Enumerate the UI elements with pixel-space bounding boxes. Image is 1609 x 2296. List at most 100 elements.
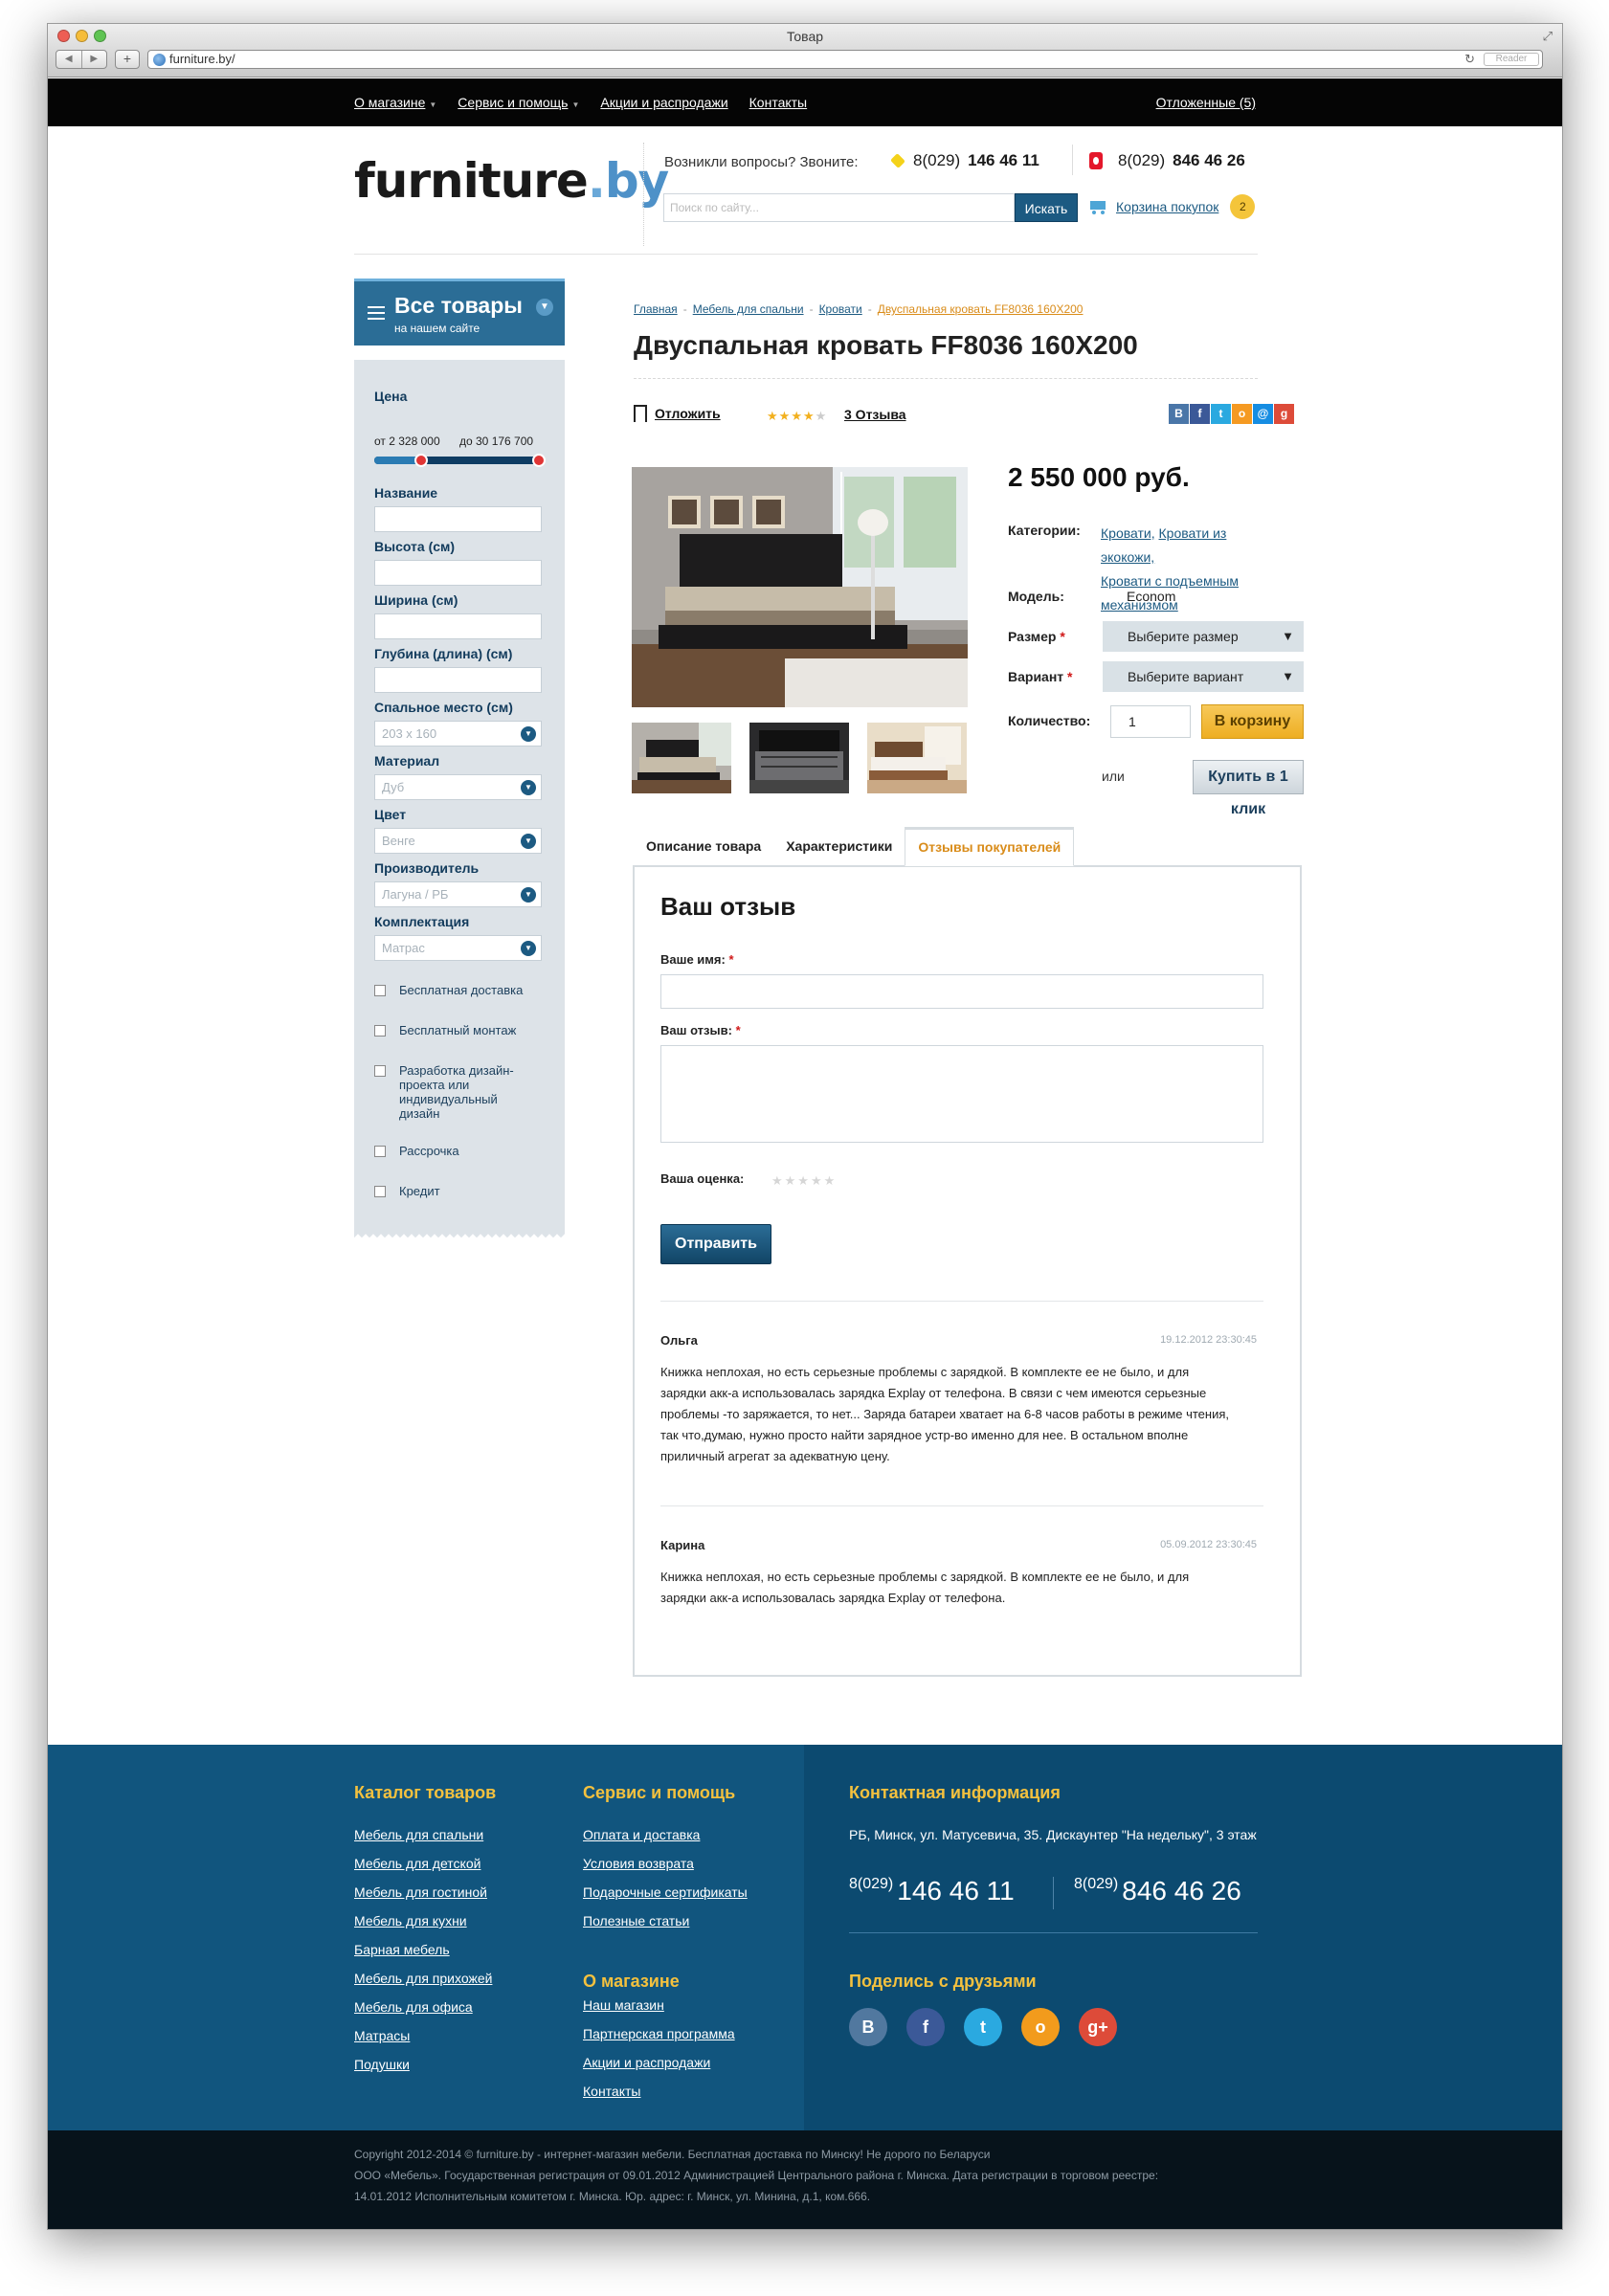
footer-phone-2: 8(029) 846 46 26	[1074, 1876, 1241, 1906]
product-main-image[interactable]	[632, 467, 968, 707]
search-input[interactable]: Поиск по сайту...	[663, 193, 1015, 222]
topnav-service[interactable]: Сервис и помощь ▼	[458, 95, 579, 110]
buy-one-click-button[interactable]: Купить в 1 клик	[1193, 760, 1304, 817]
postpone-link[interactable]: Отложить	[655, 406, 721, 421]
color-filter-select[interactable]: Венге ▼	[374, 828, 542, 854]
checkbox-box[interactable]	[374, 985, 386, 996]
facebook-icon[interactable]: f	[906, 2008, 945, 2046]
checkbox-box[interactable]	[374, 1065, 386, 1077]
tab-reviews[interactable]: Отзывы покупателей	[905, 827, 1075, 866]
header-divider	[643, 143, 644, 246]
footer-contact-title: Контактная информация	[849, 1783, 1061, 1802]
size-select[interactable]: Выберите размер ▼	[1103, 621, 1304, 652]
chevron-down-icon: ▼	[536, 299, 553, 316]
topnav-sales[interactable]: Акции и распродажи	[600, 95, 727, 110]
reload-icon[interactable]: ↻	[1464, 51, 1475, 68]
footer-link[interactable]: Акции и распродажи	[583, 2055, 710, 2070]
footer-link[interactable]: Подушки	[354, 2057, 410, 2072]
checkbox-box[interactable]	[374, 1186, 386, 1197]
breadcrumb-bedroom[interactable]: Мебель для спальни	[693, 302, 804, 316]
checkbox-credit[interactable]: Кредит	[374, 1184, 547, 1198]
tab-characteristics[interactable]: Характеристики	[773, 827, 905, 865]
review-rating-stars[interactable]: ★★★★★	[771, 1173, 837, 1189]
cart-count-badge: 2	[1230, 194, 1256, 219]
kit-filter-select[interactable]: Матрас ▼	[374, 935, 542, 961]
product-thumb-2[interactable]	[749, 723, 849, 793]
price-slider-handle-max[interactable]	[531, 454, 546, 467]
footer-link[interactable]: Мебель для кухни	[354, 1913, 467, 1928]
footer-link[interactable]: Мебель для детской	[354, 1856, 480, 1871]
search-button[interactable]: Искать	[1015, 193, 1078, 222]
back-button[interactable]: ◀	[56, 51, 82, 68]
checkbox-box[interactable]	[374, 1025, 386, 1037]
product-thumb-3[interactable]	[867, 723, 967, 793]
footer-link[interactable]: Матрасы	[354, 2028, 410, 2043]
checkbox-box[interactable]	[374, 1146, 386, 1157]
reviews-link[interactable]: 3 Отзыва	[844, 407, 906, 422]
footer-link[interactable]: Барная мебель	[354, 1942, 450, 1957]
topnav-contacts[interactable]: Контакты	[749, 95, 807, 110]
google-plus-icon[interactable]: g+	[1079, 2008, 1117, 2046]
depth-filter-input[interactable]	[374, 667, 542, 693]
odnoklassniki-icon[interactable]: о	[1021, 2008, 1060, 2046]
footer-link[interactable]: Мебель для спальни	[354, 1827, 483, 1842]
variant-select[interactable]: Выберите вариант ▼	[1103, 661, 1304, 692]
footer-link[interactable]: Подарочные сертификаты	[583, 1884, 748, 1900]
facebook-icon[interactable]: f	[1190, 404, 1210, 424]
odnoklassniki-icon[interactable]: о	[1232, 404, 1252, 424]
breadcrumb-beds[interactable]: Кровати	[819, 302, 862, 316]
address-bar[interactable]: furniture.by/ ↻ Reader	[147, 50, 1543, 69]
review-text-area[interactable]	[660, 1045, 1263, 1143]
google-plus-icon[interactable]: g	[1274, 404, 1294, 424]
twitter-icon[interactable]: t	[964, 2008, 1002, 2046]
review-text-label: Ваш отзыв: *	[660, 1023, 741, 1037]
checkbox-free-assembly[interactable]: Бесплатный монтаж	[374, 1023, 547, 1037]
topnav-about[interactable]: О магазине ▼	[354, 95, 436, 110]
submit-review-button[interactable]: Отправить	[660, 1224, 771, 1264]
footer-link[interactable]: Партнерская программа	[583, 2026, 735, 2041]
new-tab-button[interactable]: +	[115, 50, 140, 69]
mail-icon[interactable]: @	[1253, 404, 1273, 424]
maker-filter-select[interactable]: Лагуна / РБ ▼	[374, 881, 542, 907]
price-range-slider[interactable]	[374, 454, 546, 467]
postponed-link[interactable]: Отложенные (5)	[1156, 78, 1256, 126]
depth-filter-label: Глубина (длина) (см)	[374, 646, 513, 661]
review-name-input[interactable]	[660, 974, 1263, 1009]
forward-button[interactable]: ▶	[82, 51, 107, 68]
checkbox-design-project[interactable]: Разработка дизайн-проекта или индивидуал…	[374, 1063, 547, 1121]
checkbox-free-delivery[interactable]: Бесплатная доставка	[374, 983, 547, 997]
vk-icon[interactable]: В	[849, 2008, 887, 2046]
size-label: Размер *	[1008, 629, 1065, 644]
all-goods-menu[interactable]: Все товары на нашем сайте ▼	[354, 279, 565, 346]
postpone-control[interactable]: Отложить	[634, 405, 721, 422]
footer-link[interactable]: Мебель для офиса	[354, 1999, 473, 2015]
footer-link[interactable]: Оплата и доставка	[583, 1827, 700, 1842]
footer-link[interactable]: Полезные статьи	[583, 1913, 689, 1928]
footer-link[interactable]: Условия возврата	[583, 1856, 694, 1871]
tab-description[interactable]: Описание товара	[634, 827, 773, 865]
cart-link[interactable]: Корзина покупок	[1116, 199, 1218, 214]
quantity-input[interactable]: 1	[1110, 705, 1191, 738]
add-to-cart-button[interactable]: В корзину	[1201, 704, 1304, 739]
name-filter-input[interactable]	[374, 506, 542, 532]
product-thumb-1[interactable]	[632, 723, 731, 793]
height-filter-input[interactable]	[374, 560, 542, 586]
material-filter-select[interactable]: Дуб ▼	[374, 774, 542, 800]
footer-link[interactable]: Наш магазин	[583, 1997, 664, 2013]
footer-link[interactable]: Мебель для гостиной	[354, 1884, 487, 1900]
price-slider-handle-min[interactable]	[414, 454, 428, 467]
sleep-filter-select[interactable]: 203 x 160 ▼	[374, 721, 542, 747]
reader-button[interactable]: Reader	[1484, 53, 1539, 66]
footer-link[interactable]: Мебель для прихожей	[354, 1971, 492, 1986]
category-link[interactable]: Кровати,	[1101, 525, 1155, 541]
checkbox-installments[interactable]: Рассрочка	[374, 1144, 547, 1158]
vk-icon[interactable]: В	[1169, 404, 1189, 424]
cart-widget[interactable]: Корзина покупок 2	[1087, 194, 1256, 219]
width-filter-input[interactable]	[374, 613, 542, 639]
site-logo[interactable]: furniture.by	[354, 153, 669, 209]
footer-link[interactable]: Контакты	[583, 2084, 640, 2099]
breadcrumb-home[interactable]: Главная	[634, 302, 678, 316]
fullscreen-icon[interactable]: ⤢	[1543, 29, 1553, 44]
twitter-icon[interactable]: t	[1211, 404, 1231, 424]
categories-list: Кровати, Кровати из экокожи, Кровати с п…	[1101, 522, 1263, 617]
